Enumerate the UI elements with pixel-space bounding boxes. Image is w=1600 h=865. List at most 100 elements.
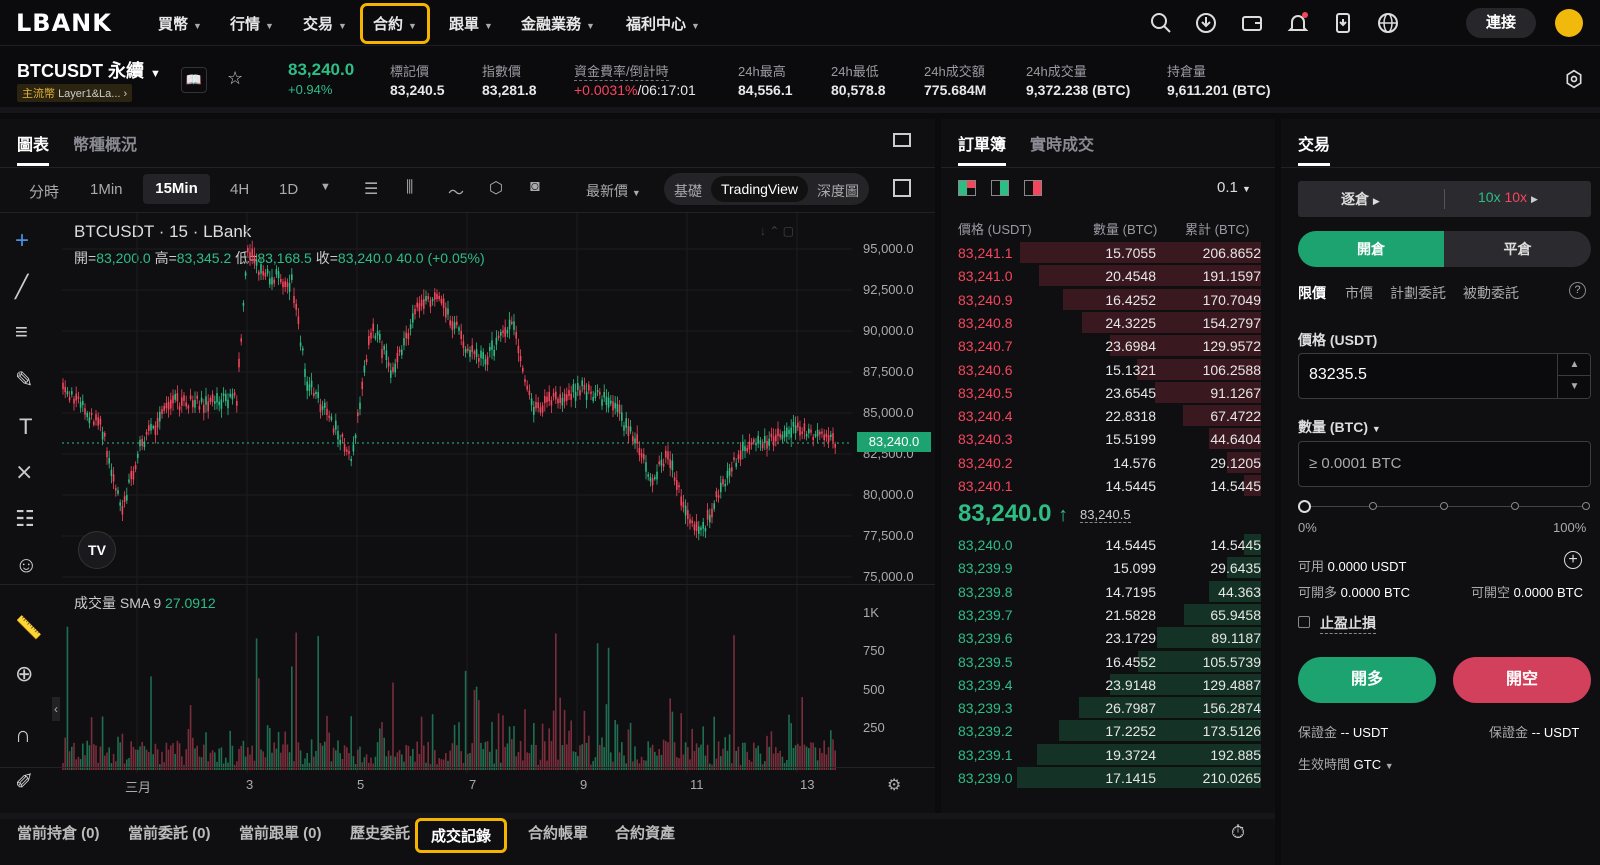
history-clock-icon[interactable]: ⏱ bbox=[1231, 822, 1245, 843]
orderbook-row[interactable]: 83,239.2 17.2252 173.5126 bbox=[941, 720, 1261, 743]
tab-contract-assets[interactable]: 合約資產 bbox=[615, 822, 675, 843]
tab-coin-overview[interactable]: 幣種概況 bbox=[73, 131, 137, 155]
orderbook-row[interactable]: 83,239.0 17.1415 210.0265 bbox=[941, 767, 1261, 790]
orderbook-row[interactable]: 83,239.9 15.099 29.6435 bbox=[941, 557, 1261, 580]
orderbook-row[interactable]: 83,240.3 15.5199 44.6404 bbox=[941, 428, 1261, 451]
orderbook-row[interactable]: 83,240.7 23.6984 129.9572 bbox=[941, 335, 1261, 358]
line-chart-icon[interactable]: 〜 bbox=[448, 179, 464, 203]
help-icon[interactable]: ? bbox=[1569, 282, 1586, 299]
avatar[interactable] bbox=[1555, 9, 1583, 37]
view-asks-icon[interactable] bbox=[1024, 180, 1042, 196]
order-type-passive[interactable]: 被動委託 bbox=[1463, 283, 1519, 303]
order-type-plan[interactable]: 計劃委託 bbox=[1390, 283, 1446, 303]
symbol-selector[interactable]: BTCUSDT 永續 ▼ bbox=[17, 57, 161, 83]
orderbook-row[interactable]: 83,239.1 19.3724 192.885 bbox=[941, 743, 1261, 767]
category-tag[interactable]: 主流幣 Layer1&La... › bbox=[17, 84, 133, 102]
interval-4h[interactable]: 4H bbox=[230, 181, 249, 198]
price-input[interactable]: 83235.5 ▲ ▼ bbox=[1298, 353, 1591, 399]
view-tradingview[interactable]: TradingView bbox=[711, 176, 808, 202]
view-bids-icon[interactable] bbox=[991, 180, 1009, 196]
orderbook-row[interactable]: 83,240.0 14.5445 14.5445 bbox=[941, 534, 1261, 557]
slider-stop[interactable] bbox=[1440, 502, 1448, 510]
nav-markets[interactable]: 行情 ▼ bbox=[230, 13, 274, 34]
globe-icon[interactable] bbox=[1376, 11, 1400, 35]
candle-type-icon[interactable]: ⫼ bbox=[406, 179, 413, 197]
orderbook-row[interactable]: 83,240.6 15.1321 106.2588 bbox=[941, 358, 1261, 382]
settings-hex-icon[interactable]: ⬡ bbox=[489, 178, 503, 198]
nav-trade[interactable]: 交易 ▼ bbox=[303, 13, 347, 34]
tab-contract-bills[interactable]: 合約帳單 bbox=[528, 822, 588, 843]
fib-icon[interactable]: ☷ bbox=[15, 506, 35, 532]
view-depth[interactable]: 深度圖 bbox=[817, 181, 859, 201]
ruler-icon[interactable]: 📏 bbox=[15, 615, 42, 641]
stat-label[interactable]: 資金費率/倒計時 bbox=[574, 61, 669, 81]
tpsl-label[interactable]: 止盈止損 bbox=[1320, 613, 1376, 634]
view-both-icon[interactable] bbox=[958, 180, 976, 196]
tab-trade-history[interactable]: 成交記錄 bbox=[414, 818, 508, 853]
download-icon[interactable] bbox=[1194, 11, 1218, 35]
magnet-icon[interactable]: ∩ bbox=[15, 722, 31, 748]
logo[interactable]: LBANK bbox=[16, 9, 112, 37]
increment-icon[interactable]: ▲ bbox=[1558, 354, 1591, 376]
orderbook-row[interactable]: 83,239.3 26.7987 156.2874 bbox=[941, 697, 1261, 720]
slider-stop[interactable] bbox=[1369, 502, 1377, 510]
axis-settings-icon[interactable]: ⚙ bbox=[887, 775, 901, 795]
crosshair-icon[interactable]: + bbox=[15, 227, 29, 255]
text-tool-icon[interactable]: T bbox=[19, 414, 32, 440]
expand-icon[interactable] bbox=[893, 179, 911, 197]
settings-icon[interactable] bbox=[1564, 69, 1584, 89]
slider-handle[interactable] bbox=[1298, 500, 1311, 513]
trendline-icon[interactable]: ╱ bbox=[15, 274, 28, 300]
open-short-button[interactable]: 開空 bbox=[1453, 657, 1591, 703]
nav-rewards[interactable]: 福利中心 ▼ bbox=[626, 13, 700, 34]
collapse-toolbar-icon[interactable]: ‹ bbox=[52, 697, 60, 721]
tab-order-history[interactable]: 歷史委託 bbox=[350, 822, 410, 843]
quantity-unit-select[interactable]: 數量 (BTC) ▼ bbox=[1298, 417, 1381, 437]
slider-stop[interactable] bbox=[1511, 502, 1519, 510]
tab-open-orders[interactable]: 當前委託 (0) bbox=[128, 822, 211, 843]
orderbook-row[interactable]: 83,239.6 23.1729 89.1187 bbox=[941, 627, 1261, 650]
nav-futures[interactable]: 合約 ▼ bbox=[360, 3, 430, 44]
pattern-icon[interactable]: ⨯ bbox=[15, 459, 33, 485]
price-chart[interactable] bbox=[62, 213, 852, 813]
interval-1d[interactable]: 1D bbox=[279, 181, 298, 198]
orderbook-row[interactable]: 83,239.4 23.9148 129.4887 bbox=[941, 673, 1261, 697]
margin-mode-button[interactable]: 逐倉 ▶ bbox=[1341, 189, 1380, 209]
interval-15min[interactable]: 15Min bbox=[143, 174, 210, 204]
leverage-button[interactable]: 10x 10x ▶ bbox=[1478, 189, 1538, 205]
horizontal-lines-icon[interactable]: ≡ bbox=[15, 319, 28, 345]
brush-icon[interactable]: ✎ bbox=[15, 367, 33, 393]
zoom-in-icon[interactable]: ⊕ bbox=[15, 661, 33, 687]
book-icon[interactable]: 📖 bbox=[181, 67, 207, 93]
orderbook-row[interactable]: 83,239.5 16.4552 105.5739 bbox=[941, 650, 1261, 674]
orderbook-row[interactable]: 83,240.5 23.6545 91.1267 bbox=[941, 381, 1261, 405]
tab-orderbook[interactable]: 訂單簿 bbox=[958, 131, 1006, 155]
app-download-icon[interactable] bbox=[1331, 11, 1355, 35]
tab-positions[interactable]: 當前持倉 (0) bbox=[17, 822, 100, 843]
add-funds-icon[interactable]: + bbox=[1564, 551, 1582, 569]
wallet-icon[interactable] bbox=[1240, 11, 1264, 35]
quantity-input[interactable]: ≥ 0.0001 BTC bbox=[1298, 441, 1591, 487]
interval-1min[interactable]: 1Min bbox=[90, 181, 123, 198]
connect-button[interactable]: 連接 bbox=[1466, 8, 1536, 38]
camera-icon[interactable]: ◙ bbox=[530, 178, 540, 196]
orderbook-row[interactable]: 83,239.7 21.5828 65.9458 bbox=[941, 603, 1261, 627]
tab-copy-orders[interactable]: 當前跟單 (0) bbox=[239, 822, 322, 843]
tradingview-logo[interactable]: TV bbox=[78, 531, 116, 569]
indicator-icon[interactable]: ☰ bbox=[364, 179, 378, 199]
nav-finance[interactable]: 金融業務 ▼ bbox=[521, 13, 595, 34]
price-type-select[interactable]: 最新價 ▼ bbox=[586, 181, 641, 201]
order-type-limit[interactable]: 限價 bbox=[1298, 283, 1326, 303]
interval-tick[interactable]: 分時 bbox=[29, 181, 59, 202]
lock-drawing-icon[interactable]: ✐ bbox=[15, 769, 33, 795]
time-in-force-select[interactable]: 生效時間 GTC ▼ bbox=[1298, 754, 1394, 773]
order-type-market[interactable]: 市價 bbox=[1345, 283, 1373, 303]
orderbook-row[interactable]: 83,240.4 22.8318 67.4722 bbox=[941, 405, 1261, 428]
orderbook-row[interactable]: 83,241.0 20.4548 191.1597 bbox=[941, 265, 1261, 288]
orderbook-row[interactable]: 83,239.8 14.7195 44.363 bbox=[941, 580, 1261, 604]
orderbook-row[interactable]: 83,240.1 14.5445 14.5445 bbox=[941, 475, 1261, 498]
orderbook-row[interactable]: 83,240.2 14.576 29.1205 bbox=[941, 451, 1261, 475]
tab-chart[interactable]: 圖表 bbox=[17, 131, 49, 155]
emoji-icon[interactable]: ☺ bbox=[15, 552, 37, 578]
tab-trade[interactable]: 交易 bbox=[1298, 131, 1330, 155]
